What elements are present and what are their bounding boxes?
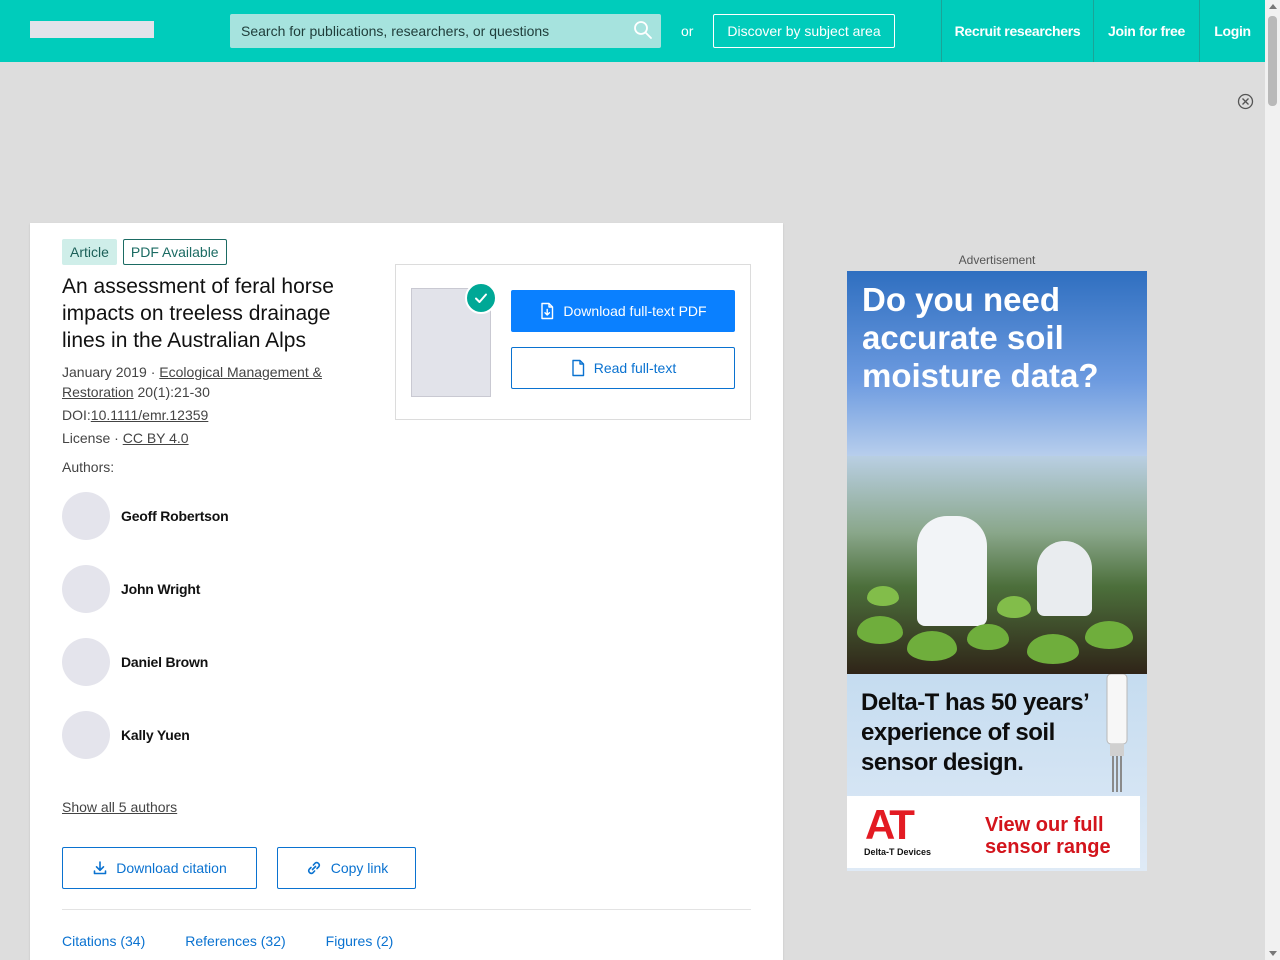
doi-row: DOI:10.1111/emr.12359 bbox=[62, 405, 208, 425]
document-icon bbox=[572, 359, 584, 377]
license-row: License · CC BY 4.0 bbox=[62, 428, 189, 448]
ad-plant bbox=[867, 586, 899, 606]
ad-person bbox=[917, 516, 987, 626]
publication-info: January 2019 · Ecological Management & R… bbox=[62, 362, 362, 402]
tab-references[interactable]: References (32) bbox=[185, 933, 285, 949]
doi-link[interactable]: 10.1111/emr.12359 bbox=[91, 407, 209, 423]
tab-citations[interactable]: Citations (34) bbox=[62, 933, 145, 949]
page-scrollbar[interactable] bbox=[1265, 0, 1280, 960]
join-for-free-link[interactable]: Join for free bbox=[1093, 0, 1199, 62]
ad-photo bbox=[847, 456, 1147, 674]
divider bbox=[62, 909, 751, 910]
search-input[interactable]: Search for publications, researchers, or… bbox=[230, 14, 661, 48]
copy-link-button[interactable]: Copy link bbox=[277, 847, 416, 889]
author-name[interactable]: Geoff Robertson bbox=[121, 508, 229, 524]
author-item[interactable]: Kally Yuen bbox=[62, 711, 190, 759]
scrollbar-thumb[interactable] bbox=[1268, 16, 1277, 106]
tab-figures[interactable]: Figures (2) bbox=[326, 933, 394, 949]
scroll-down-arrow-icon[interactable] bbox=[1269, 951, 1277, 956]
pdf-available-badge: PDF Available bbox=[122, 239, 227, 265]
article-type-badge: Article bbox=[62, 239, 117, 265]
delta-t-logo-caption: Delta-T Devices bbox=[864, 847, 932, 857]
avatar[interactable] bbox=[62, 638, 110, 686]
ad-footer: AT Delta-T Devices View our full sensor … bbox=[847, 796, 1140, 868]
author-item[interactable]: John Wright bbox=[62, 565, 200, 613]
journal-issue: 20(1):21-30 bbox=[133, 384, 210, 400]
pdf-panel: Download full-text PDF Read full-text bbox=[395, 264, 751, 420]
sensor-probe-icon bbox=[1106, 674, 1128, 792]
badges: Article PDF Available bbox=[62, 239, 227, 265]
site-logo[interactable] bbox=[30, 21, 154, 38]
pdf-download-icon bbox=[541, 302, 554, 320]
read-full-text-label: Read full-text bbox=[593, 360, 677, 376]
ad-headline: Do you need accurate soil moisture data? bbox=[862, 281, 1099, 394]
show-all-authors-link[interactable]: Show all 5 authors bbox=[62, 799, 177, 815]
advertisement-banner[interactable]: Do you need accurate soil moisture data?… bbox=[847, 271, 1147, 871]
recruit-researchers-link[interactable]: Recruit researchers bbox=[941, 0, 1093, 62]
read-full-text-button[interactable]: Read full-text bbox=[511, 347, 735, 389]
or-label: or bbox=[681, 23, 694, 39]
article-title: An assessment of feral horse impacts on … bbox=[62, 275, 334, 352]
ad-plant bbox=[997, 596, 1031, 618]
link-icon bbox=[307, 861, 320, 875]
author-item[interactable]: Daniel Brown bbox=[62, 638, 208, 686]
download-pdf-label: Download full-text PDF bbox=[563, 303, 707, 319]
ad-cta[interactable]: View our full sensor range bbox=[985, 814, 1135, 858]
login-link[interactable]: Login bbox=[1199, 0, 1265, 62]
author-name[interactable]: John Wright bbox=[121, 581, 200, 597]
copy-link-label: Copy link bbox=[330, 860, 389, 876]
article-tabs: Citations (34) References (32) Figures (… bbox=[62, 933, 393, 949]
doi-label: DOI: bbox=[62, 407, 91, 423]
advertisement-label: Advertisement bbox=[958, 253, 1036, 267]
search-placeholder: Search for publications, researchers, or… bbox=[241, 23, 550, 39]
ad-plant bbox=[907, 631, 957, 661]
avatar[interactable] bbox=[62, 711, 110, 759]
author-name[interactable]: Kally Yuen bbox=[121, 727, 190, 743]
authors-label: Authors: bbox=[62, 459, 115, 475]
license-link[interactable]: CC BY 4.0 bbox=[123, 430, 189, 446]
ad-plant bbox=[857, 616, 903, 644]
download-citation-label: Download citation bbox=[116, 860, 227, 876]
download-citation-button[interactable]: Download citation bbox=[62, 847, 257, 889]
ad-plant bbox=[1085, 621, 1133, 649]
ad-subline: Delta-T has 50 years’ experience of soil… bbox=[861, 689, 1088, 776]
author-item[interactable]: Geoff Robertson bbox=[62, 492, 229, 540]
author-name[interactable]: Daniel Brown bbox=[121, 654, 208, 670]
top-header: Search for publications, researchers, or… bbox=[0, 0, 1280, 62]
ad-person bbox=[1037, 541, 1092, 616]
download-pdf-button[interactable]: Download full-text PDF bbox=[511, 290, 735, 332]
search-icon[interactable] bbox=[633, 20, 653, 40]
avatar[interactable] bbox=[62, 565, 110, 613]
scroll-up-arrow-icon[interactable] bbox=[1269, 4, 1277, 9]
publication-date: January 2019 · bbox=[62, 364, 160, 380]
check-icon bbox=[465, 282, 497, 314]
close-circle-icon[interactable] bbox=[1237, 93, 1254, 110]
license-label: License · bbox=[62, 430, 123, 446]
delta-t-logo: AT bbox=[865, 801, 915, 848]
ad-plant bbox=[1027, 634, 1079, 664]
ad-plant bbox=[967, 624, 1009, 650]
discover-subject-button[interactable]: Discover by subject area bbox=[713, 14, 895, 48]
article-card: Article PDF Available An assessment of f… bbox=[30, 223, 783, 960]
avatar[interactable] bbox=[62, 492, 110, 540]
download-icon bbox=[93, 861, 107, 875]
